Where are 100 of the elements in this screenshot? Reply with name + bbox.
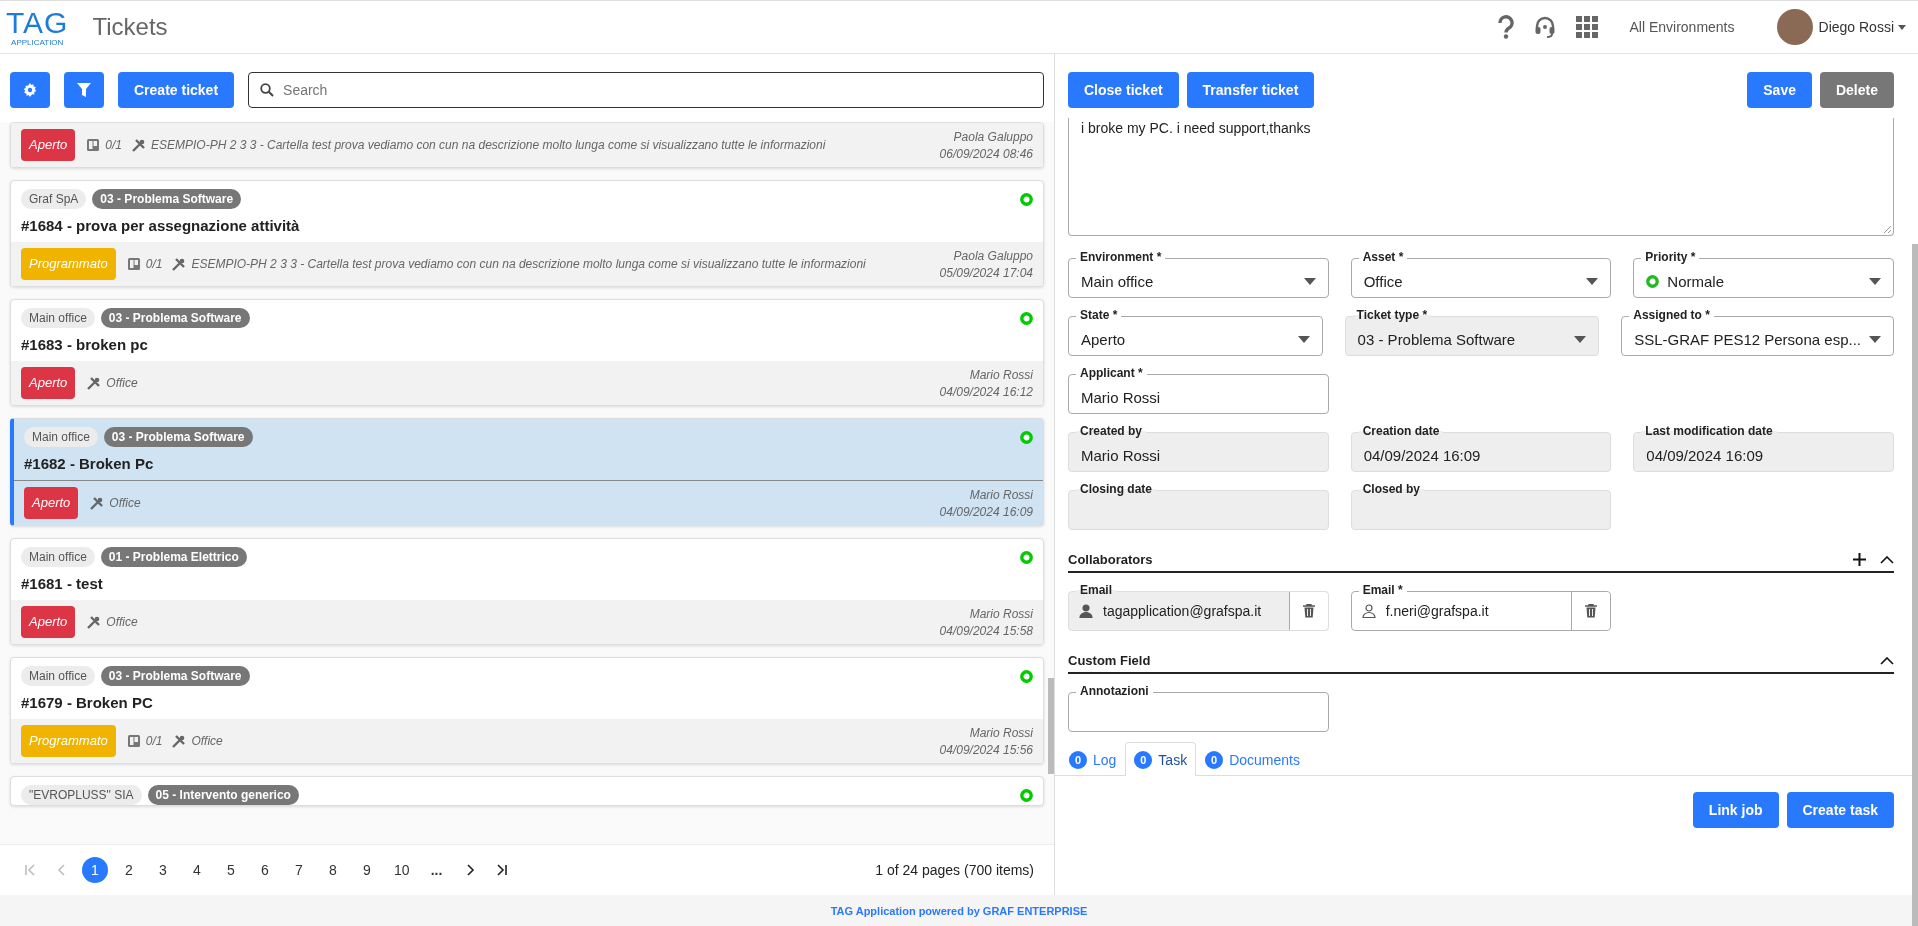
add-icon[interactable] <box>1853 553 1866 566</box>
chevron-up-icon[interactable] <box>1880 656 1894 665</box>
field-label: Applicant * <box>1076 366 1147 380</box>
page-ellipsis[interactable]: ... <box>429 862 444 878</box>
page-link[interactable]: 7 <box>292 862 306 878</box>
page-link[interactable]: 3 <box>156 862 170 878</box>
count-badge: 0 <box>1134 751 1153 769</box>
action-button[interactable]: Link job <box>1692 792 1779 828</box>
chevron-up-icon[interactable] <box>1880 555 1894 564</box>
caret-icon[interactable] <box>1898 24 1906 30</box>
action-button[interactable]: Create task <box>1786 792 1894 828</box>
help-icon[interactable] <box>1497 15 1516 39</box>
ticket-card[interactable]: Main office 03 - Problema Software #1683 - broken pc Aperto Office Mario Rossi 04/09/2024 16:12 <box>10 299 1044 406</box>
field-label: State * <box>1076 308 1122 322</box>
toolbar-button[interactable]: Close ticket <box>1068 72 1179 108</box>
board-icon <box>87 139 100 151</box>
status-dot-icon <box>1020 311 1033 325</box>
delete-collaborator-button[interactable] <box>1571 592 1611 630</box>
ticket-title: #1683 - broken pc <box>20 335 149 355</box>
ticket-card[interactable]: Main office 03 - Problema Software #1682 - Broken Pc Aperto Office Mario Rossi 04/09/2024 16:09 <box>10 418 1044 526</box>
asset-text: ESEMPIO-PH 2 3 3 - Cartella test prova vediamo con cun na descrizione molto lunga come si visualizzano tutte le informazioni <box>191 257 866 271</box>
count-badge: 0 <box>1069 751 1087 769</box>
tab[interactable]: 0 Task <box>1125 742 1197 776</box>
author-name: Mario Rossi <box>969 367 1033 382</box>
page-link[interactable]: 4 <box>190 862 204 878</box>
count-badge: 0 <box>1205 751 1224 769</box>
user-menu[interactable]: Diego Rossi <box>1818 19 1894 35</box>
author-name: Paola Galuppo <box>953 129 1033 144</box>
trash-icon <box>1585 604 1598 618</box>
page-link[interactable]: 10 <box>394 862 410 878</box>
description-field[interactable]: i broke my PC. i need support,thanks <box>1068 118 1894 236</box>
toolbar-button[interactable]: Transfer ticket <box>1186 72 1315 108</box>
save-button[interactable]: Save <box>1747 72 1812 108</box>
author-name: Mario Rossi <box>969 487 1033 502</box>
pagination-summary: 1 of 24 pages (700 items) <box>875 862 1034 878</box>
tab[interactable]: 0 Documents <box>1196 742 1309 776</box>
resize-grip-icon[interactable] <box>1883 225 1891 233</box>
person-icon <box>1079 604 1093 618</box>
ticket-card[interactable]: Main office 03 - Problema Software #1679 - Broken PC Programmato 0/1 Office Mario Rossi 04/09/2024 15:56 <box>10 657 1044 764</box>
ticket-date: 06/09/2024 08:46 <box>939 146 1033 161</box>
ticket-card[interactable]: "EVROPLUSS" SIA 05 - Intervento generico <box>10 776 1044 806</box>
apps-grid-icon[interactable] <box>1575 15 1600 39</box>
page-title: Tickets <box>92 13 168 41</box>
task-count: 0/1 <box>145 734 163 748</box>
search-field[interactable]: Search <box>248 72 1044 108</box>
page-link[interactable]: 2 <box>122 862 136 878</box>
page-link[interactable]: 1 <box>82 857 108 883</box>
field-label: Closed by <box>1358 482 1424 496</box>
field-label: Creation date <box>1358 424 1444 438</box>
status-badge: Programmato <box>21 725 116 757</box>
ticket-card[interactable] <box>10 180 1044 287</box>
settings-icon <box>23 83 37 97</box>
ticket-date: 05/09/2024 17:04 <box>939 265 1033 280</box>
organization-tag: "EVROPLUSS" SIA <box>21 785 142 805</box>
delete-button[interactable]: Delete <box>1819 72 1894 108</box>
status-dot-icon <box>1020 669 1033 683</box>
ticket-card[interactable]: Aperto 0/1 ESEMPIO-PH 2 3 3 - Cartella test prova vediamo con cun na descrizione molto lunga come si visualizzano tutte le informazioni Paola Galuppo 06/09/2024 08:46 <box>10 122 1044 168</box>
status-badge: Aperto <box>21 606 76 638</box>
ticket-title: #1684 - prova per assegnazione attività <box>20 216 301 236</box>
page-link[interactable]: 5 <box>224 862 238 878</box>
scrollbar-thumb[interactable] <box>1912 244 1918 926</box>
settings-button[interactable] <box>10 72 50 108</box>
environment-selector[interactable]: All Environments <box>1629 19 1735 35</box>
task-count: 0/1 <box>105 138 122 152</box>
scrollbar-thumb[interactable] <box>1048 678 1054 774</box>
last-page-icon[interactable] <box>495 864 508 876</box>
asset-text: Office <box>191 734 223 748</box>
logo: TAG APPLICATION <box>6 7 69 47</box>
ticket-card[interactable]: Main office 01 - Problema Elettrico #1681 - test Aperto Office Mario Rossi 04/09/2024 15:58 <box>10 538 1044 645</box>
tab[interactable]: 0 Log <box>1060 742 1126 776</box>
field-label: Environment * <box>1076 250 1166 264</box>
trash-icon <box>1302 604 1315 618</box>
page-link[interactable]: 8 <box>326 862 340 878</box>
status-dot-icon <box>1020 788 1033 802</box>
tools-icon <box>90 496 104 510</box>
ticket-date: 04/09/2024 16:09 <box>939 504 1033 519</box>
ticket-type-tag: 03 - Problema Software <box>92 189 242 209</box>
ticket-title: #1681 - test <box>20 574 104 594</box>
field-label: Email * <box>1358 583 1407 597</box>
tools-icon <box>172 734 186 748</box>
field-label: Priority * <box>1641 250 1700 264</box>
avatar[interactable] <box>1776 9 1813 45</box>
headset-icon[interactable] <box>1533 15 1558 39</box>
ticket-type-tag: 03 - Problema Software <box>103 427 253 447</box>
page-link[interactable]: 6 <box>258 862 272 878</box>
filter-button[interactable] <box>64 72 104 108</box>
status-badge: Programmato <box>21 248 116 280</box>
asset-text: ESEMPIO-PH 2 3 3 - Cartella test prova vediamo con cun na descrizione molto lunga come si visualizzano tutte le informazioni <box>151 138 826 152</box>
create-ticket-button[interactable]: Create ticket <box>118 72 235 108</box>
organization-tag: Main office <box>21 308 95 328</box>
tools-icon <box>172 257 186 271</box>
tools-icon <box>87 615 101 629</box>
organization-tag: Main office <box>21 547 95 567</box>
caret-icon <box>1303 277 1316 285</box>
status-badge: Aperto <box>21 367 76 399</box>
page-link[interactable]: 9 <box>360 862 374 878</box>
ticket-title: #1682 - Broken Pc <box>23 454 155 474</box>
ticket-date: 04/09/2024 15:56 <box>939 742 1033 757</box>
ticket-date: 04/09/2024 15:58 <box>939 623 1033 638</box>
caret-icon <box>1297 335 1310 343</box>
